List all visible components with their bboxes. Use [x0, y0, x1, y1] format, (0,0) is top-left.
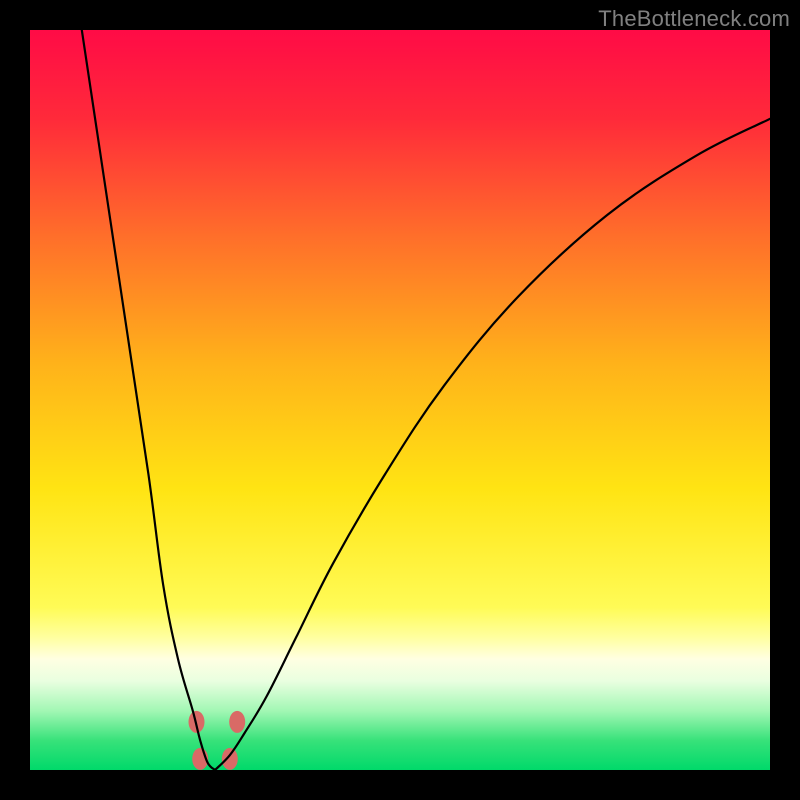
chart-marker: [229, 711, 245, 733]
watermark-text: TheBottleneck.com: [598, 6, 790, 32]
bottleneck-chart: [30, 30, 770, 770]
chart-marker: [222, 748, 238, 770]
chart-frame: [30, 30, 770, 770]
gradient-background: [30, 30, 770, 770]
